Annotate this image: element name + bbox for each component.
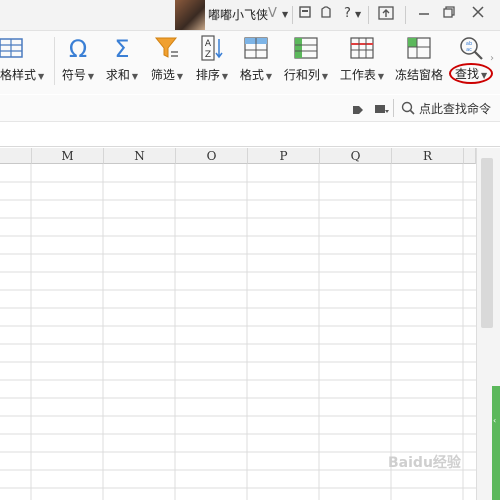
help-icon[interactable]: ? bbox=[344, 6, 351, 21]
sort-button[interactable]: A Z 排序 ▼ bbox=[191, 31, 233, 91]
rows-cols-label: 行和列 bbox=[283, 68, 320, 82]
svg-text:Σ: Σ bbox=[114, 35, 129, 61]
cell-gridlines bbox=[0, 164, 476, 500]
filter-button[interactable]: 筛选 ▼ bbox=[146, 31, 188, 91]
ribbon: 格样式 ▼ Ω 符号 ▼ Σ 求和 ▼ 筛选 ▼ A Z 排序 ▼ 格式 ▼ 行… bbox=[0, 31, 500, 94]
format-button[interactable]: 格式 ▼ bbox=[236, 31, 276, 91]
rows-cols-icon bbox=[294, 37, 318, 59]
worksheet-button[interactable]: 工作表 ▼ bbox=[336, 31, 388, 91]
skin-icon[interactable] bbox=[299, 6, 311, 22]
vip-icon[interactable]: V bbox=[268, 6, 277, 21]
column-header-n[interactable]: N bbox=[104, 148, 176, 164]
worksheet-label: 工作表 bbox=[339, 68, 376, 82]
rows-cols-button[interactable]: 行和列 ▼ bbox=[280, 31, 332, 91]
column-header-m[interactable]: M bbox=[32, 148, 104, 164]
omega-icon: Ω bbox=[69, 35, 87, 61]
user-dropdown-icon[interactable]: ▼ bbox=[282, 10, 288, 19]
find-button[interactable]: ab ac 查找 ▼ bbox=[449, 31, 494, 91]
command-bar: 点此查找命令 bbox=[0, 95, 500, 122]
ribbon-scroll-right-icon[interactable]: › bbox=[490, 53, 494, 64]
restore-icon[interactable] bbox=[443, 6, 455, 22]
chevron-down-icon: ▼ bbox=[221, 72, 229, 81]
side-panel-tab[interactable]: ‹ bbox=[492, 386, 500, 500]
sort-label: 排序 bbox=[195, 68, 220, 82]
avatar[interactable] bbox=[175, 0, 205, 30]
expand-arrow-icon: ‹ bbox=[493, 416, 497, 425]
grid-format-icon bbox=[244, 37, 268, 59]
minimize-icon[interactable] bbox=[418, 6, 430, 22]
chevron-down-icon: ▼ bbox=[38, 72, 45, 81]
cell-style-button[interactable]: 格样式 ▼ bbox=[0, 31, 48, 91]
chevron-down-icon: ▼ bbox=[87, 72, 95, 81]
shirt-icon[interactable] bbox=[320, 6, 332, 22]
sort-az-icon: A Z bbox=[201, 35, 223, 61]
cell-style-icon bbox=[0, 38, 23, 58]
separator bbox=[368, 6, 369, 24]
svg-text:ac: ac bbox=[466, 47, 472, 53]
column-header-o[interactable]: O bbox=[176, 148, 248, 164]
symbol-button[interactable]: Ω 符号 ▼ bbox=[58, 31, 98, 91]
separator bbox=[405, 6, 406, 24]
find-magnifier-icon: ab ac bbox=[460, 37, 483, 60]
chevron-down-icon: ▼ bbox=[481, 71, 488, 80]
sum-label: 求和 bbox=[105, 68, 130, 82]
column-header-partial[interactable] bbox=[0, 148, 32, 164]
search-icon bbox=[401, 100, 415, 119]
chevron-down-icon: ▼ bbox=[176, 72, 184, 81]
freeze-pane-icon bbox=[407, 37, 431, 59]
format-label: 格式 bbox=[239, 68, 264, 82]
formula-bar[interactable] bbox=[0, 122, 500, 147]
svg-text:A: A bbox=[205, 39, 212, 49]
column-header-partial[interactable] bbox=[464, 148, 476, 164]
worksheet-icon bbox=[350, 37, 374, 59]
separator bbox=[54, 37, 55, 85]
share-icon[interactable] bbox=[374, 101, 390, 120]
filter-label: 筛选 bbox=[150, 68, 175, 82]
title-bar: 嘟嘟小飞侠 V ▼ ? ▼ bbox=[0, 0, 500, 31]
find-label: 查找 bbox=[455, 67, 480, 81]
chevron-down-icon: ▼ bbox=[321, 72, 329, 81]
scrollbar-thumb[interactable] bbox=[481, 158, 493, 328]
macro-icon[interactable] bbox=[352, 101, 364, 120]
chevron-down-icon: ▼ bbox=[131, 72, 139, 81]
command-search-input[interactable]: 点此查找命令 bbox=[419, 100, 491, 117]
user-name[interactable]: 嘟嘟小飞侠 bbox=[208, 6, 268, 23]
sum-button[interactable]: Σ 求和 ▼ bbox=[102, 31, 142, 91]
spreadsheet-grid[interactable]: M N O P Q R bbox=[0, 148, 476, 500]
upload-icon[interactable] bbox=[378, 5, 394, 25]
watermark: Baidu经验 bbox=[388, 455, 461, 471]
svg-text:Z: Z bbox=[205, 50, 211, 60]
column-header-r[interactable]: R bbox=[392, 148, 464, 164]
symbol-label: 符号 bbox=[61, 68, 86, 82]
chevron-down-icon: ▼ bbox=[377, 72, 385, 81]
help-dropdown-icon[interactable]: ▼ bbox=[355, 10, 361, 19]
svg-text:Ω: Ω bbox=[69, 35, 87, 61]
sigma-icon: Σ bbox=[114, 35, 129, 61]
freeze-pane-label: 冻结窗格 bbox=[394, 68, 443, 82]
cell-style-label: 格样式 bbox=[0, 68, 37, 82]
column-header-p[interactable]: P bbox=[248, 148, 320, 164]
separator bbox=[393, 99, 394, 117]
separator bbox=[292, 6, 293, 24]
freeze-pane-button[interactable]: 冻结窗格 bbox=[393, 31, 445, 91]
chevron-down-icon: ▼ bbox=[265, 72, 273, 81]
funnel-icon bbox=[154, 37, 178, 58]
column-header-q[interactable]: Q bbox=[320, 148, 392, 164]
close-icon[interactable] bbox=[472, 6, 484, 22]
